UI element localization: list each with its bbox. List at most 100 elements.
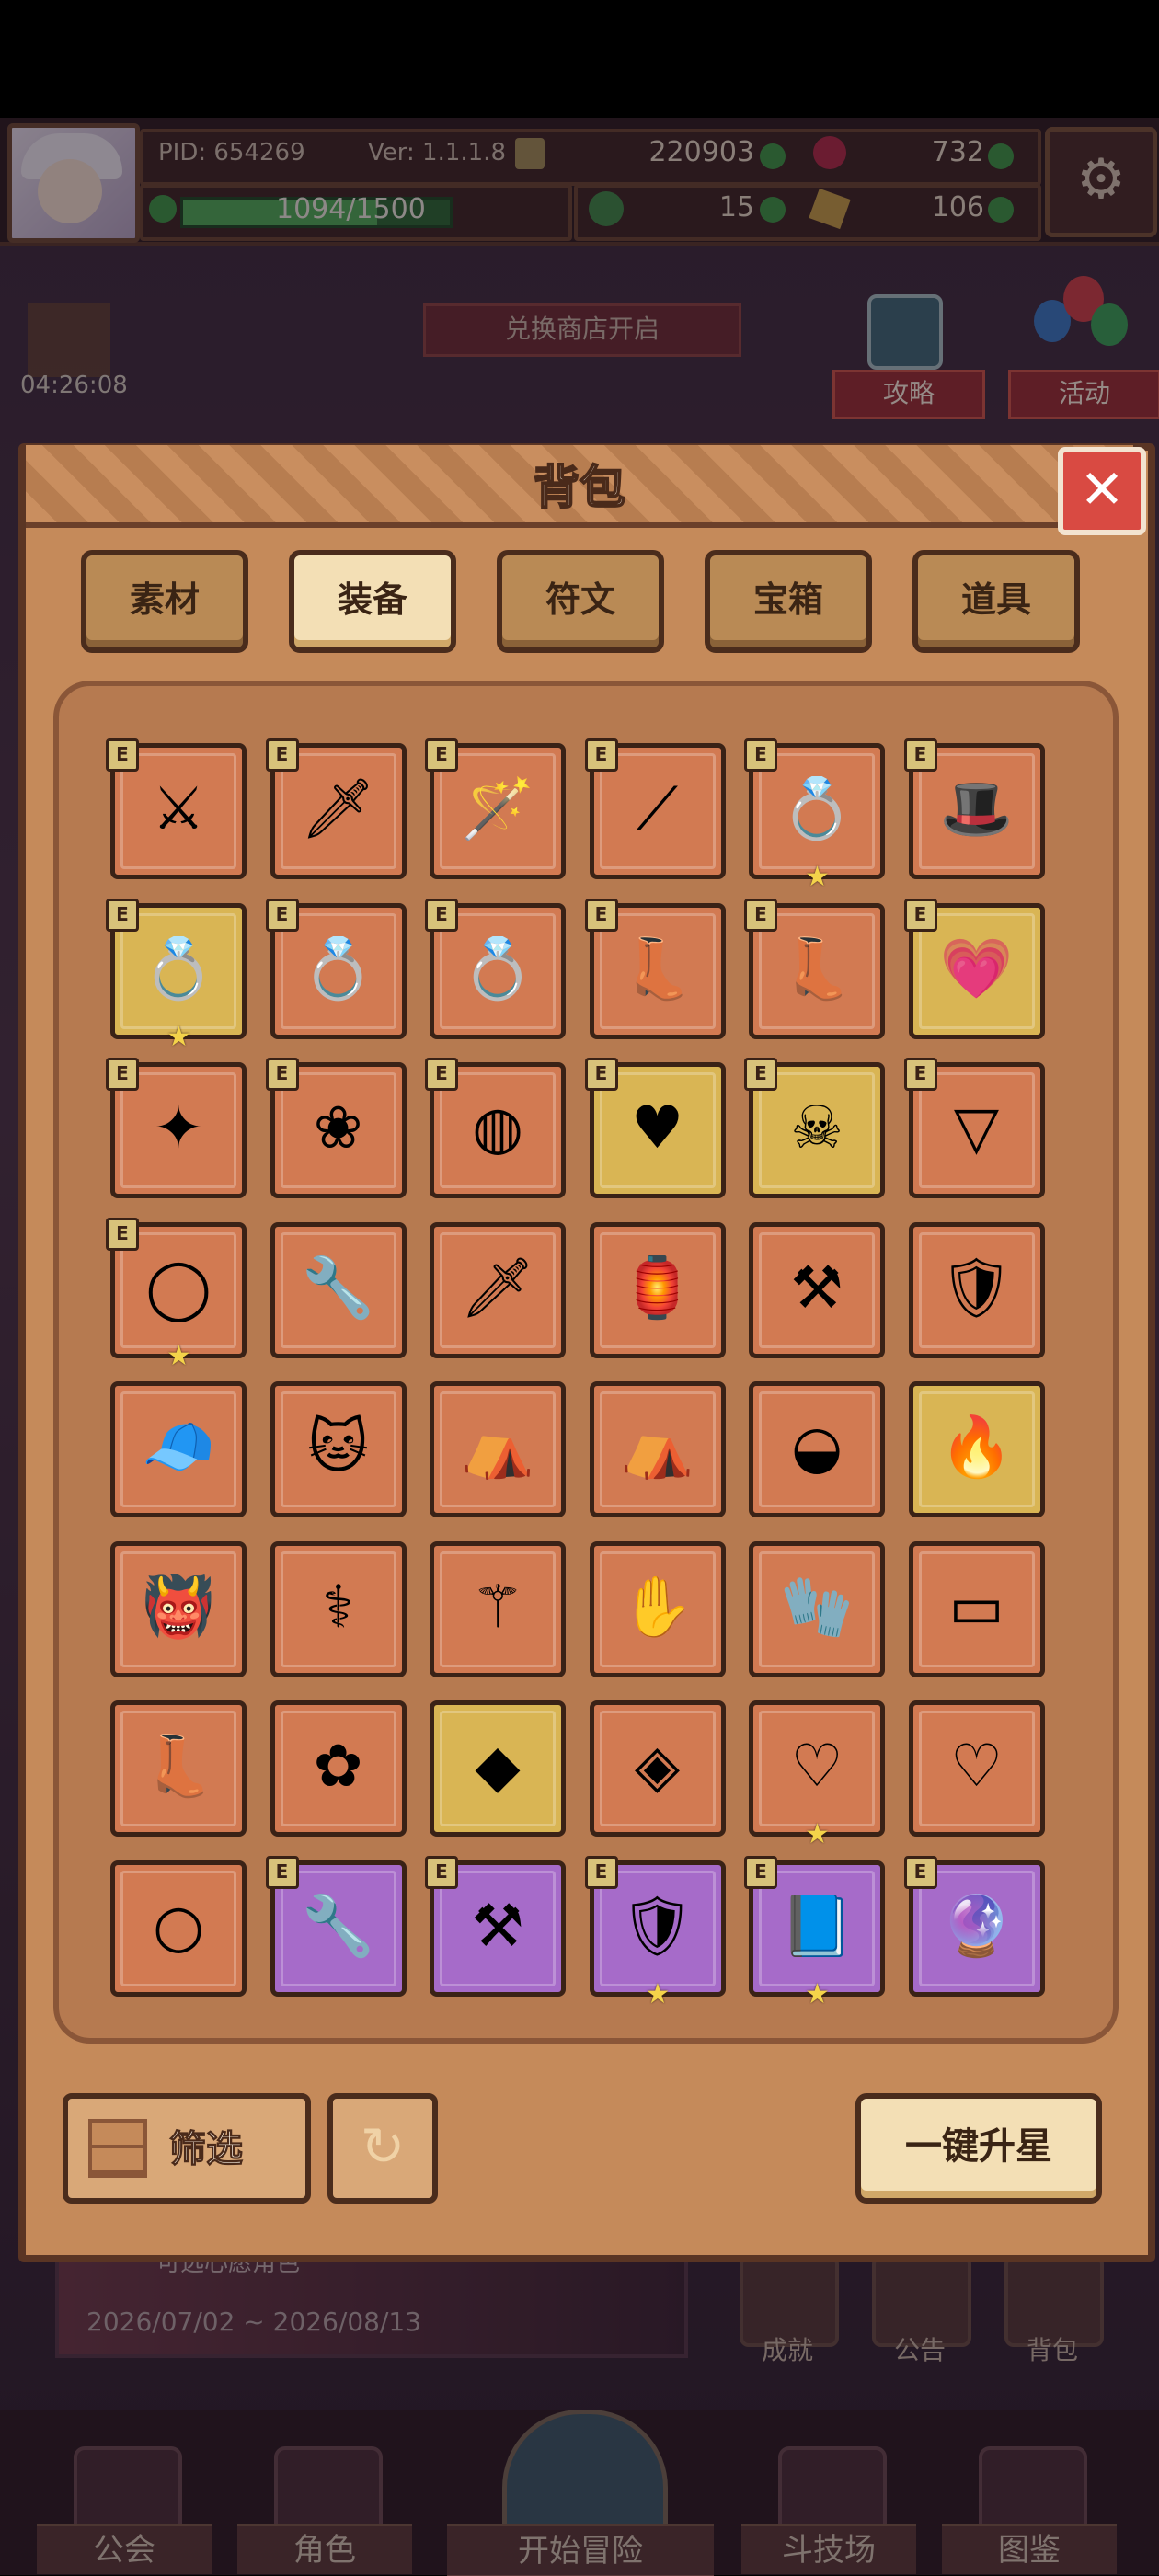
refresh-icon[interactable]: ↻ — [327, 2093, 438, 2204]
inventory-slot[interactable]: ⚕ — [270, 1540, 407, 1677]
inventory-slot[interactable]: 🗡 E — [265, 738, 407, 879]
inventory-slot[interactable]: ◈ — [589, 1700, 726, 1837]
inventory-slot[interactable]: 🪄 E — [425, 738, 566, 879]
equipped-badge: E — [584, 1058, 618, 1091]
pendant-necklace-icon: ▽ — [953, 1094, 1000, 1162]
star-icon: ★ — [166, 1020, 191, 1053]
tab-runes[interactable]: 符文 — [497, 550, 664, 653]
equipped-badge: E — [265, 1058, 299, 1091]
inventory-slot[interactable]: 🛡 E ★ — [584, 1855, 726, 2008]
inventory-slot[interactable]: ◍ E — [425, 1058, 566, 1198]
inventory-slot[interactable]: ⚒ — [749, 1221, 885, 1358]
inventory-slot[interactable]: 👢 E — [744, 898, 885, 1039]
inventory-slot[interactable]: ⛺ — [589, 1381, 726, 1517]
inventory-grid-frame — [53, 681, 1119, 2044]
upgrade-all-button[interactable]: 一键升星 — [855, 2093, 1102, 2204]
inventory-slot[interactable]: 💍 E ★ — [744, 738, 885, 891]
blue-bracer-icon: ▭ — [948, 1573, 1004, 1642]
inventory-slot[interactable]: 💍 E — [265, 898, 407, 1039]
flame-sword-icon: 🗡 — [300, 775, 376, 843]
equipped-badge: E — [106, 898, 139, 932]
wrench-key-icon: 🔧 — [301, 1892, 375, 1961]
inventory-slot[interactable]: ◯ E ★ — [106, 1217, 247, 1369]
inventory-slot[interactable]: ▽ E — [903, 1058, 1045, 1198]
equipped-badge: E — [903, 898, 937, 932]
inventory-slot[interactable]: 🐱 — [270, 1381, 407, 1517]
inventory-slot[interactable]: ✋ — [589, 1540, 726, 1677]
inventory-slot[interactable]: ❀ E — [265, 1058, 407, 1198]
flower-eye-icon: ❀ — [313, 1094, 363, 1162]
inventory-slot[interactable]: ✦ E — [106, 1058, 247, 1198]
equipped-badge: E — [265, 738, 299, 772]
feathered-helmet-icon: 🎩 — [939, 775, 1014, 843]
dark-ring-icon: 💍 — [461, 934, 534, 1003]
jeweled-ring-icon: 💍 — [142, 934, 215, 1003]
inventory-slot[interactable]: 💗 E — [903, 898, 1045, 1039]
equipped-badge: E — [265, 898, 299, 932]
equipped-badge: E — [744, 1855, 777, 1889]
tab-chests[interactable]: 宝箱 — [705, 550, 872, 653]
inventory-slot[interactable]: ▭ — [908, 1540, 1045, 1677]
equipped-badge: E — [425, 1855, 458, 1889]
inventory-slot[interactable]: 💍 E ★ — [106, 898, 247, 1050]
iron-mace-icon: ⚒ — [790, 1254, 843, 1322]
inventory-slot[interactable]: 💍 E — [425, 898, 566, 1039]
inventory-slot[interactable]: ⚒ E — [425, 1855, 566, 1997]
star-icon: ★ — [166, 1339, 191, 1372]
inventory-slot[interactable]: 🧤 — [749, 1540, 885, 1677]
star-amulet-icon: ✦ — [154, 1094, 203, 1162]
jade-ring-icon: 💍 — [301, 934, 375, 1003]
inventory-slot[interactable]: ✿ — [270, 1700, 407, 1837]
inventory-slot[interactable]: ☠ E — [744, 1058, 885, 1198]
cat-hood-icon: 🐱 — [307, 1414, 369, 1482]
inventory-slot[interactable]: ♡ ★ — [749, 1700, 885, 1849]
inventory-slot[interactable]: 🎩 E — [903, 738, 1045, 879]
inventory-slot[interactable]: 👢 E — [584, 898, 726, 1039]
tab-equipment[interactable]: 装备 — [289, 550, 456, 653]
gold-shield-icon: 🛡 — [938, 1254, 1015, 1322]
bead-ring-icon: ○ — [153, 1892, 204, 1961]
inventory-slot[interactable]: ◒ — [749, 1381, 885, 1517]
inventory-slot[interactable]: ⚚ — [430, 1540, 566, 1677]
inventory-slot[interactable]: ⟋ E — [584, 738, 726, 879]
inventory-slot[interactable]: ⛺ — [430, 1381, 566, 1517]
inventory-slot[interactable]: ⚔ E — [106, 738, 247, 879]
cyan-crystal-icon: ◆ — [475, 1733, 521, 1801]
inventory-slot[interactable]: 🔧 E — [265, 1855, 407, 1997]
inventory-slot[interactable]: 👢 — [110, 1700, 247, 1837]
green-hood-icon: ⛺ — [461, 1414, 534, 1482]
inventory-slot[interactable]: 🏮 — [589, 1221, 726, 1358]
tab-items[interactable]: 道具 — [912, 550, 1080, 653]
silver-mace-icon: ⚒ — [471, 1892, 524, 1961]
inventory-slot[interactable]: 🛡 — [908, 1221, 1045, 1358]
equipped-badge: E — [425, 898, 458, 932]
star-icon: ★ — [805, 1818, 830, 1850]
equipped-badge: E — [903, 1058, 937, 1091]
filter-button[interactable]: 筛选 — [63, 2093, 311, 2204]
purple-boots-icon: 👢 — [142, 1733, 215, 1801]
pink-cap-icon: 🧢 — [142, 1414, 215, 1482]
inventory-slot[interactable]: 🗡 — [430, 1221, 566, 1358]
demon-armor-icon: 👹 — [142, 1573, 215, 1642]
inventory-slot[interactable]: ○ — [110, 1860, 247, 1997]
inventory-slot[interactable]: 🔮 E — [903, 1855, 1045, 1997]
dark-glove-icon: 🧤 — [780, 1573, 854, 1642]
inventory-slot[interactable]: 🔧 — [270, 1221, 407, 1358]
equipped-badge: E — [106, 738, 139, 772]
inventory-slot[interactable]: ♡ — [908, 1700, 1045, 1837]
gem-staff-icon: 🪄 — [461, 775, 534, 843]
inventory-slot[interactable]: 📘 E ★ — [744, 1855, 885, 2008]
inventory-slot[interactable]: 🔥 — [908, 1381, 1045, 1517]
tab-materials[interactable]: 素材 — [81, 550, 248, 653]
inventory-slot[interactable]: ♥ E — [584, 1058, 726, 1198]
star-icon: ★ — [805, 861, 830, 893]
inventory-slot[interactable]: 🧢 — [110, 1381, 247, 1517]
equipped-badge: E — [106, 1217, 139, 1251]
inventory-slot[interactable]: ◆ — [430, 1700, 566, 1837]
inventory-slot[interactable]: 👹 — [110, 1540, 247, 1677]
crossed-swords-icon: ⚔ — [152, 775, 205, 843]
heart-shell-icon: 💗 — [939, 934, 1014, 1003]
close-icon[interactable]: ✕ — [1058, 447, 1146, 535]
equipped-badge: E — [425, 738, 458, 772]
gold-ring-icon: 💍 — [780, 775, 854, 843]
